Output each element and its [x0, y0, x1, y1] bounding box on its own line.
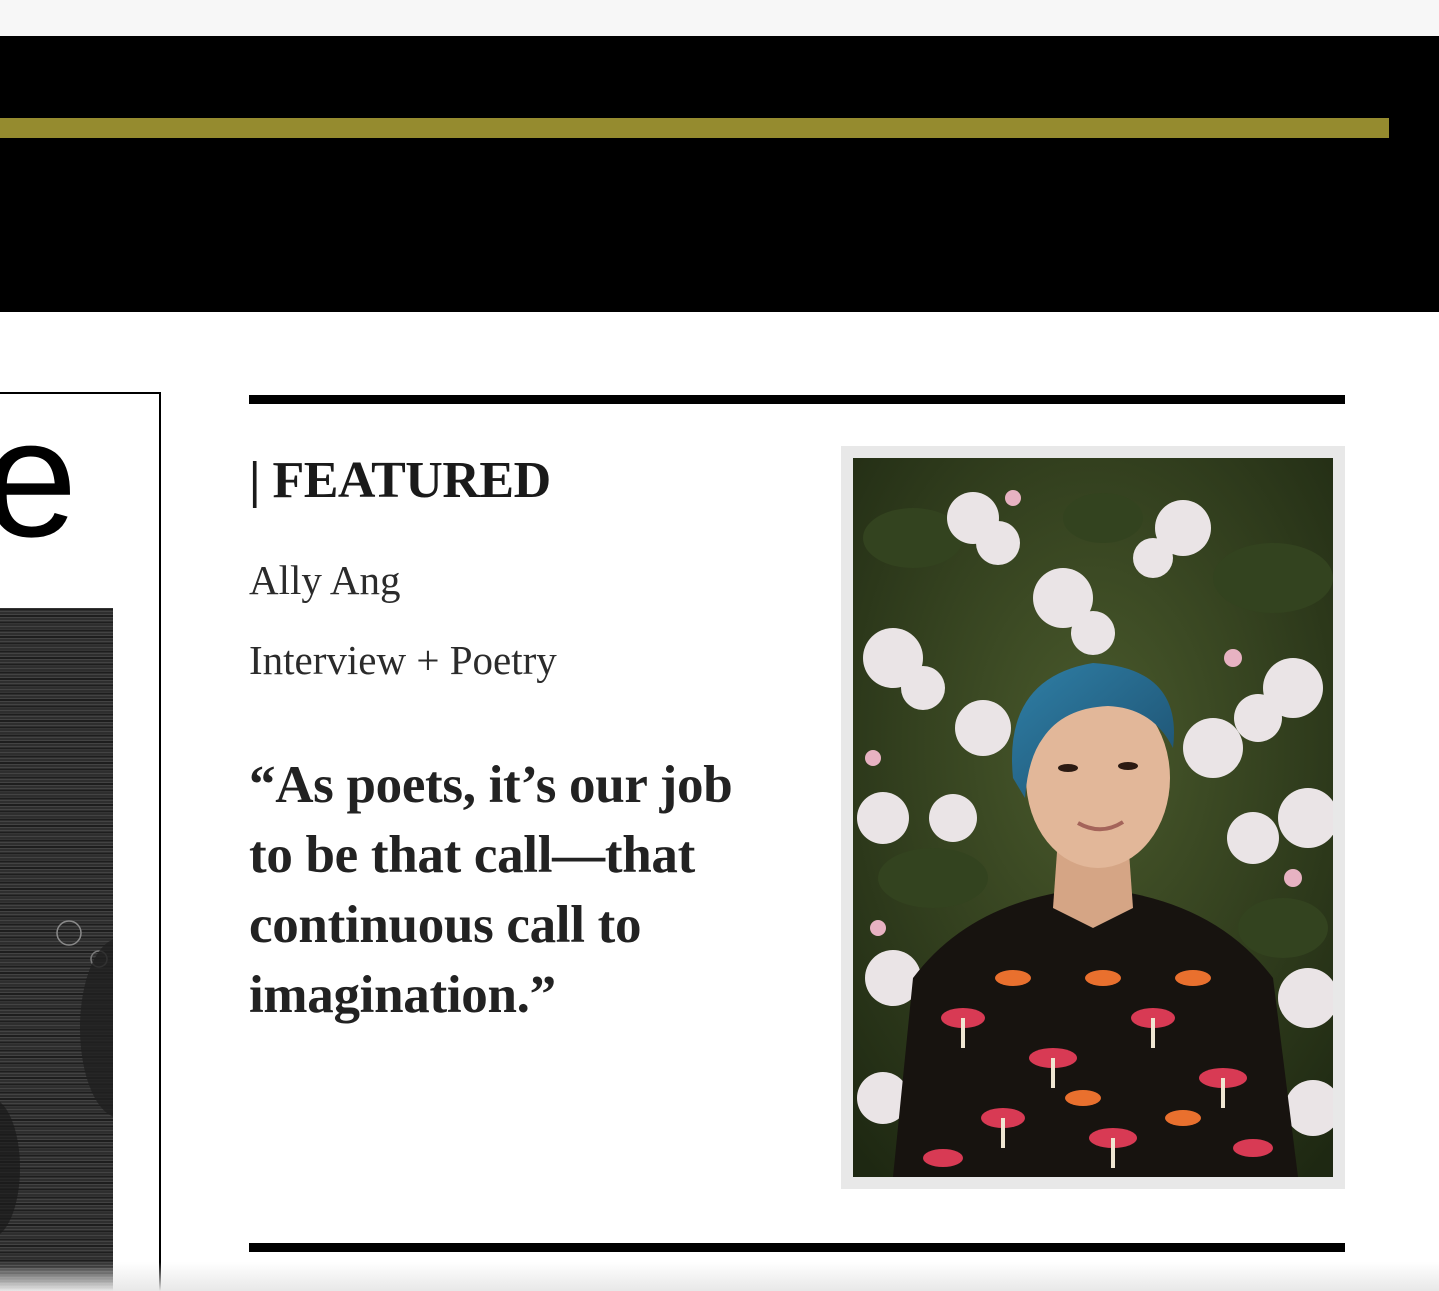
section-top-rule — [249, 395, 1345, 404]
magazine-cover-link[interactable]: e — [0, 392, 161, 1291]
category-label: Interview + Poetry — [249, 637, 557, 683]
top-strip — [0, 0, 1439, 36]
pull-quote: “As poets, it’s our job to be that call—… — [249, 756, 733, 1024]
cover-artwork — [0, 608, 113, 1291]
cover-title-letter: e — [0, 394, 77, 562]
author-photo-link[interactable] — [841, 446, 1345, 1189]
bottom-fade — [0, 1262, 1439, 1291]
author-name-link[interactable]: Ally Ang — [249, 554, 401, 606]
accent-rule — [0, 118, 1389, 138]
portrait-illustration — [853, 458, 1333, 1177]
section-bottom-rule — [249, 1243, 1345, 1252]
site-header-band — [0, 36, 1439, 312]
featured-heading: | FEATURED — [249, 452, 551, 509]
cover-artwork-shapes — [0, 920, 113, 1234]
author-portrait-photo — [853, 458, 1333, 1177]
